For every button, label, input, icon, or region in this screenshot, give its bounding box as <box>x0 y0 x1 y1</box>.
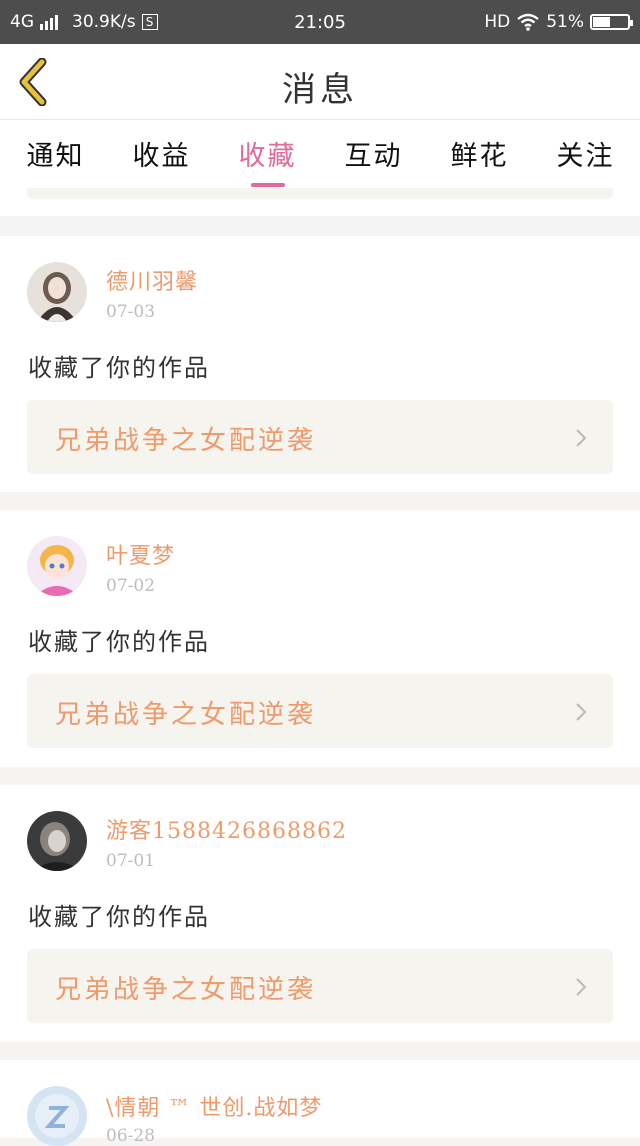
message-card: \情朝 ™ 世创.战如梦 06-28 <box>0 1060 640 1146</box>
tab-favorites[interactable]: 收藏 <box>214 134 321 187</box>
message-text: 收藏了你的作品 <box>28 903 210 931</box>
work-link[interactable]: 兄弟战争之女配逆袭 <box>27 949 613 1023</box>
work-title: 兄弟战争之女配逆袭 <box>55 426 317 456</box>
username-link[interactable]: 叶夏梦 <box>106 538 175 570</box>
page-title: 消息 <box>282 70 358 110</box>
username-link[interactable]: \情朝 ™ 世创.战如梦 <box>106 1090 322 1122</box>
message-date: 06-28 <box>106 1126 156 1146</box>
tab-flowers[interactable]: 鲜花 <box>426 134 533 173</box>
tab-label: 通知 <box>26 141 85 172</box>
message-date: 07-02 <box>106 576 156 596</box>
nav-bar: 消息 <box>0 44 640 120</box>
username-link[interactable]: 德川羽馨 <box>106 264 198 296</box>
wifi-icon <box>517 13 539 31</box>
tab-bar: 通知 收益 收藏 互动 鲜花 关注 <box>0 120 640 188</box>
active-tab-indicator <box>250 183 285 187</box>
hd-indicator: HD <box>484 12 511 32</box>
message-text: 收藏了你的作品 <box>28 354 210 382</box>
tab-label: 关注 <box>556 141 615 172</box>
message-card: 游客1588426868862 07-01 收藏了你的作品 兄弟战争之女配逆袭 <box>0 785 640 1042</box>
tab-notifications[interactable]: 通知 <box>2 134 109 173</box>
work-title: 兄弟战争之女配逆袭 <box>55 975 317 1005</box>
battery-text: 51% <box>546 12 584 32</box>
avatar[interactable] <box>27 1086 87 1146</box>
avatar[interactable] <box>27 536 87 596</box>
chevron-right-icon <box>576 429 587 447</box>
work-link[interactable]: 兄弟战争之女配逆袭 <box>27 674 613 748</box>
tab-interactions[interactable]: 互动 <box>320 134 427 173</box>
previous-work-link[interactable] <box>27 188 613 199</box>
tab-label: 收益 <box>132 141 191 172</box>
work-link[interactable]: 兄弟战争之女配逆袭 <box>27 400 613 474</box>
message-card: 叶夏梦 07-02 收藏了你的作品 兄弟战争之女配逆袭 <box>0 510 640 767</box>
username-link[interactable]: 游客1588426868862 <box>106 813 347 845</box>
avatar[interactable] <box>27 262 87 322</box>
message-card: 德川羽馨 07-03 收藏了你的作品 兄弟战争之女配逆袭 <box>0 236 640 492</box>
status-bar: 4G 30.9K/s S 21:05 HD 51% <box>0 0 640 44</box>
tab-label: 鲜花 <box>450 141 509 172</box>
chevron-right-icon <box>576 978 587 996</box>
tab-earnings[interactable]: 收益 <box>108 134 215 173</box>
message-date: 07-01 <box>106 851 156 871</box>
message-date: 07-03 <box>106 302 156 322</box>
message-text: 收藏了你的作品 <box>28 628 210 656</box>
previous-card-tail <box>0 188 640 216</box>
avatar[interactable] <box>27 811 87 871</box>
chevron-right-icon <box>576 703 587 721</box>
tab-follows[interactable]: 关注 <box>532 134 639 173</box>
tab-label: 互动 <box>344 141 403 172</box>
work-title: 兄弟战争之女配逆袭 <box>55 700 317 730</box>
tab-label: 收藏 <box>238 141 297 172</box>
battery-icon <box>590 14 633 30</box>
